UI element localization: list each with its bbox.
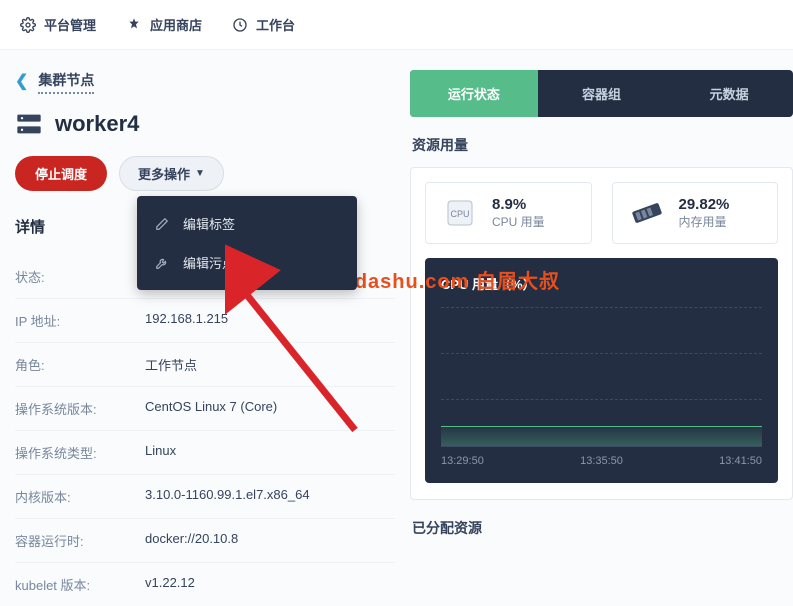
dropdown-edit-labels-text: 编辑标签 [183, 214, 235, 233]
x-tick: 13:35:50 [580, 455, 623, 467]
detail-label: 操作系统版本: [15, 399, 145, 418]
detail-value: CentOS Linux 7 (Core) [145, 399, 395, 418]
node-icon [15, 110, 43, 138]
breadcrumb: ❮ 集群节点 [15, 70, 395, 92]
appstore-icon [126, 17, 142, 33]
detail-value: 工作节点 [145, 355, 395, 374]
detail-row: 内核版本:3.10.0-1160.99.1.el7.x86_64 [15, 475, 395, 519]
nav-appstore[interactable]: 应用商店 [126, 15, 202, 34]
detail-row: 操作系统版本:CentOS Linux 7 (Core) [15, 387, 395, 431]
cpu-usage-item: CPU 8.9% CPU 用量 [425, 182, 592, 244]
detail-row: 容器运行时:docker://20.10.8 [15, 519, 395, 563]
detail-value: v1.22.12 [145, 575, 395, 594]
gear-icon [20, 17, 36, 33]
detail-value: docker://20.10.8 [145, 531, 395, 550]
stop-schedule-button[interactable]: 停止调度 [15, 156, 107, 191]
nav-workbench[interactable]: 工作台 [232, 15, 295, 34]
nav-appstore-label: 应用商店 [150, 15, 202, 34]
nav-workbench-label: 工作台 [256, 15, 295, 34]
nav-platform-label: 平台管理 [44, 15, 96, 34]
cpu-chart-card: CPU 用量（%） 13:29:50 13:35:50 13:41:50 [425, 258, 778, 483]
cpu-icon: CPU [440, 193, 480, 233]
cpu-percent: 8.9% [492, 196, 545, 213]
detail-label: 状态: [15, 267, 145, 286]
detail-label: 内核版本: [15, 487, 145, 506]
detail-label: kubelet 版本: [15, 575, 145, 594]
node-title: worker4 [55, 111, 139, 137]
workbench-icon [232, 17, 248, 33]
cpu-chart-body [441, 307, 762, 447]
resource-usage-card: CPU 8.9% CPU 用量 29.82% 内存用量 [410, 167, 793, 500]
wrench-icon [155, 256, 169, 270]
more-operations-dropdown: 编辑标签 编辑污点 [137, 196, 357, 290]
caret-down-icon: ▼ [195, 168, 205, 179]
left-panel: ❮ 集群节点 worker4 停止调度 更多操作 ▼ 编辑标签 [15, 70, 395, 606]
memory-icon [627, 193, 667, 233]
dropdown-edit-taints-text: 编辑污点 [183, 253, 235, 272]
tab-metadata[interactable]: 元数据 [665, 70, 793, 117]
resource-usage-title: 资源用量 [410, 135, 793, 167]
tabs: 运行状态 容器组 元数据 [410, 70, 793, 117]
pencil-icon [155, 217, 169, 231]
x-tick: 13:41:50 [719, 455, 762, 467]
svg-text:CPU: CPU [450, 209, 469, 219]
cpu-chart-xaxis: 13:29:50 13:35:50 13:41:50 [441, 447, 762, 467]
breadcrumb-link[interactable]: 集群节点 [38, 70, 94, 92]
back-chevron-icon[interactable]: ❮ [15, 71, 28, 91]
detail-row: kubelet 版本:v1.22.12 [15, 563, 395, 606]
detail-value: 192.168.1.215 [145, 311, 395, 330]
cpu-chart-area [441, 426, 762, 446]
detail-label: 操作系统类型: [15, 443, 145, 462]
nav-platform[interactable]: 平台管理 [20, 15, 96, 34]
detail-row: 操作系统类型:Linux [15, 431, 395, 475]
dropdown-edit-labels[interactable]: 编辑标签 [137, 204, 357, 243]
node-header: worker4 [15, 110, 395, 138]
memory-usage-item: 29.82% 内存用量 [612, 182, 779, 244]
more-operations-button[interactable]: 更多操作 ▼ [119, 156, 224, 191]
cpu-label: CPU 用量 [492, 213, 545, 230]
detail-label: 容器运行时: [15, 531, 145, 550]
tab-pods[interactable]: 容器组 [538, 70, 666, 117]
detail-row: IP 地址:192.168.1.215 [15, 299, 395, 343]
detail-row: 角色:工作节点 [15, 343, 395, 387]
detail-value: 3.10.0-1160.99.1.el7.x86_64 [145, 487, 395, 506]
right-panel: 运行状态 容器组 元数据 资源用量 CPU 8.9% CPU 用量 [410, 70, 793, 606]
top-navigation: 平台管理 应用商店 工作台 [0, 0, 793, 50]
memory-percent: 29.82% [679, 196, 730, 213]
memory-label: 内存用量 [679, 213, 730, 230]
details-table: 状态: IP 地址:192.168.1.215 角色:工作节点 操作系统版本:C… [15, 255, 395, 606]
dropdown-edit-taints[interactable]: 编辑污点 [137, 243, 357, 282]
x-tick: 13:29:50 [441, 455, 484, 467]
detail-label: IP 地址: [15, 311, 145, 330]
detail-value: Linux [145, 443, 395, 462]
more-operations-label: 更多操作 [138, 164, 190, 183]
tab-running-status[interactable]: 运行状态 [410, 70, 538, 117]
detail-label: 角色: [15, 355, 145, 374]
cpu-chart-title: CPU 用量（%） [441, 274, 762, 293]
action-row: 停止调度 更多操作 ▼ 编辑标签 编辑污点 [15, 156, 395, 191]
allocated-resources-title: 已分配资源 [410, 518, 793, 550]
